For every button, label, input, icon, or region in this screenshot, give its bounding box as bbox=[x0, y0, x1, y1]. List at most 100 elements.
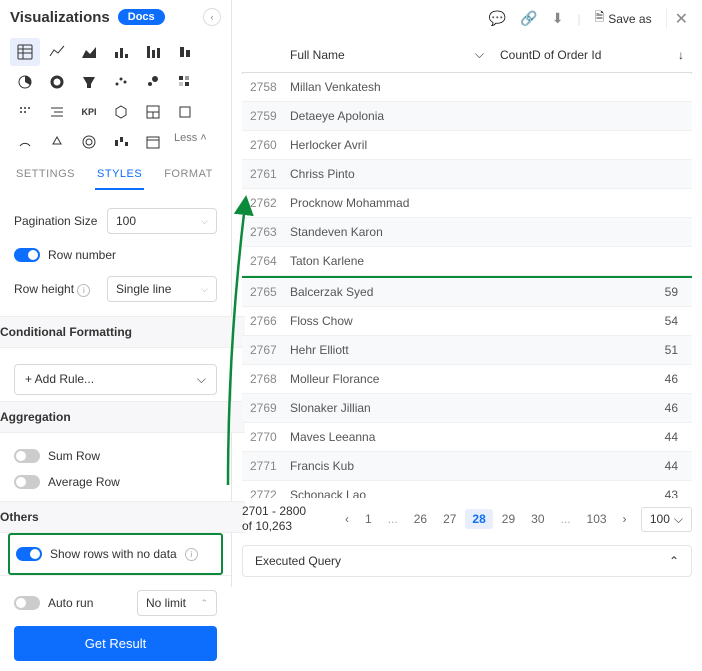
no-limit-select[interactable]: No limit⌃ bbox=[137, 590, 217, 616]
bubble-chart-icon[interactable] bbox=[138, 68, 168, 96]
auto-run-label: Auto run bbox=[48, 596, 93, 610]
info-icon[interactable]: i bbox=[77, 284, 90, 297]
col-count-order[interactable]: CountD of Order Id↓ bbox=[492, 43, 692, 66]
stacked-chart-icon[interactable] bbox=[170, 38, 200, 66]
calendar-chart-icon[interactable] bbox=[138, 128, 168, 156]
chart-type-grid: KPI Less ˄ bbox=[0, 34, 231, 158]
pagination-size-select[interactable]: 100⌵ bbox=[107, 208, 217, 234]
collapse-sidebar-icon[interactable]: ‹ bbox=[203, 8, 221, 26]
pager-page[interactable]: 28 bbox=[465, 509, 492, 529]
cell-rownum: 2768 bbox=[242, 370, 282, 388]
pager-page[interactable]: 103 bbox=[580, 509, 614, 529]
row-height-select[interactable]: Single line⌵ bbox=[107, 276, 217, 302]
cell-name: Francis Kub bbox=[282, 457, 502, 475]
table-row[interactable]: 2761Chriss Pinto bbox=[242, 160, 692, 189]
cell-rownum: 2767 bbox=[242, 341, 282, 359]
donut-chart-icon[interactable] bbox=[42, 68, 72, 96]
sort-desc-icon[interactable]: ↓ bbox=[678, 48, 684, 62]
cell-rownum: 2764 bbox=[242, 252, 282, 270]
download-icon[interactable]: ⬇ bbox=[552, 10, 564, 27]
table-row[interactable]: 2766Floss Chow54 bbox=[242, 307, 692, 336]
show-no-data-toggle[interactable] bbox=[16, 547, 42, 561]
cell-count: 46 bbox=[502, 370, 692, 388]
per-page-select[interactable]: 100⌵ bbox=[641, 507, 692, 532]
pager-page[interactable]: 29 bbox=[495, 509, 522, 529]
waterfall-chart-icon[interactable] bbox=[106, 128, 136, 156]
aggregation-header: Aggregation bbox=[0, 401, 245, 433]
table-row[interactable]: 2759Detaeye Apolonia bbox=[242, 102, 692, 131]
average-row-toggle[interactable] bbox=[14, 475, 40, 489]
col-rownum bbox=[242, 43, 282, 66]
cell-name: Molleur Florance bbox=[282, 370, 502, 388]
chevron-down-icon[interactable]: ⌵ bbox=[475, 47, 484, 62]
cell-count bbox=[502, 165, 692, 183]
heatmap-chart-icon[interactable] bbox=[170, 68, 200, 96]
table-row[interactable]: 2767Hehr Elliott51 bbox=[242, 336, 692, 365]
cell-count: 43 bbox=[502, 486, 692, 498]
scatter-chart-icon[interactable] bbox=[106, 68, 136, 96]
col-full-name[interactable]: Full Name⌵ bbox=[282, 43, 492, 66]
gauge-chart-icon[interactable] bbox=[10, 128, 40, 156]
less-toggle[interactable]: Less ˄ bbox=[170, 128, 211, 156]
hex-chart-icon[interactable] bbox=[106, 98, 136, 126]
column-chart-icon[interactable] bbox=[138, 38, 168, 66]
dots-chart-icon[interactable] bbox=[10, 98, 40, 126]
table-row[interactable]: 2772Schonack Lao43 bbox=[242, 481, 692, 498]
sunburst-chart-icon[interactable] bbox=[74, 128, 104, 156]
cell-rownum: 2760 bbox=[242, 136, 282, 154]
pager-page[interactable]: 26 bbox=[407, 509, 434, 529]
tab-settings[interactable]: SETTINGS bbox=[14, 168, 77, 190]
docs-badge[interactable]: Docs bbox=[118, 9, 165, 25]
save-as-button[interactable]: 🗎Save as bbox=[595, 8, 652, 29]
cell-name: Procknow Mohammad bbox=[282, 194, 502, 212]
table-row[interactable]: 2762Procknow Mohammad bbox=[242, 189, 692, 218]
cell-count: 44 bbox=[502, 428, 692, 446]
comment-icon[interactable]: 💬 bbox=[489, 10, 506, 27]
add-rule-button[interactable]: + Add Rule...⌵ bbox=[14, 364, 217, 395]
table-row[interactable]: 2758Millan Venkatesh bbox=[242, 73, 692, 102]
pager-page[interactable]: 1 bbox=[358, 509, 379, 529]
executed-query-panel[interactable]: Executed Query⌃ bbox=[242, 545, 692, 577]
line-chart-icon[interactable] bbox=[42, 38, 72, 66]
row-number-toggle[interactable] bbox=[14, 248, 40, 262]
cell-name: Maves Leeanna bbox=[282, 428, 502, 446]
cell-name: Schonack Lao bbox=[282, 486, 502, 498]
treemap-chart-icon[interactable] bbox=[138, 98, 168, 126]
pager-next[interactable]: › bbox=[616, 509, 634, 529]
box-icon[interactable] bbox=[170, 98, 200, 126]
pie-chart-icon[interactable] bbox=[10, 68, 40, 96]
tab-format[interactable]: FORMAT bbox=[162, 168, 215, 190]
cell-rownum: 2762 bbox=[242, 194, 282, 212]
info-icon[interactable]: i bbox=[185, 548, 198, 561]
table-row[interactable]: 2769Slonaker Jillian46 bbox=[242, 394, 692, 423]
pager-page[interactable]: 27 bbox=[436, 509, 463, 529]
cell-count: 44 bbox=[502, 457, 692, 475]
table-row[interactable]: 2760Herlocker Avril bbox=[242, 131, 692, 160]
pager-prev[interactable]: ‹ bbox=[338, 509, 356, 529]
table-row[interactable]: 2764Taton Karlene bbox=[242, 247, 692, 276]
page-title: Visualizations bbox=[10, 9, 110, 26]
cell-name: Balcerzak Syed bbox=[282, 283, 502, 301]
tab-styles[interactable]: STYLES bbox=[95, 168, 144, 190]
table-row[interactable]: 2765Balcerzak Syed59 bbox=[242, 278, 692, 307]
funnel-chart-icon[interactable] bbox=[74, 68, 104, 96]
auto-run-toggle[interactable] bbox=[14, 596, 40, 610]
table-row[interactable]: 2771Francis Kub44 bbox=[242, 452, 692, 481]
kpi-chart-icon[interactable]: KPI bbox=[74, 98, 104, 126]
table-row[interactable]: 2768Molleur Florance46 bbox=[242, 365, 692, 394]
sum-row-toggle[interactable] bbox=[14, 449, 40, 463]
radar-chart-icon[interactable] bbox=[42, 128, 72, 156]
area-chart-icon[interactable] bbox=[74, 38, 104, 66]
table-chart-icon[interactable] bbox=[10, 38, 40, 66]
link-icon[interactable]: 🔗 bbox=[520, 10, 537, 27]
show-no-data-label: Show rows with no data bbox=[50, 547, 177, 561]
indent-chart-icon[interactable] bbox=[42, 98, 72, 126]
cell-count: 59 bbox=[502, 283, 692, 301]
get-result-button[interactable]: Get Result bbox=[14, 626, 217, 661]
table-row[interactable]: 2770Maves Leeanna44 bbox=[242, 423, 692, 452]
close-button[interactable]: ✕ bbox=[666, 9, 688, 29]
bar-chart-icon[interactable] bbox=[106, 38, 136, 66]
table-row[interactable]: 2763Standeven Karon bbox=[242, 218, 692, 247]
row-number-label: Row number bbox=[48, 248, 116, 262]
pager-page[interactable]: 30 bbox=[524, 509, 551, 529]
